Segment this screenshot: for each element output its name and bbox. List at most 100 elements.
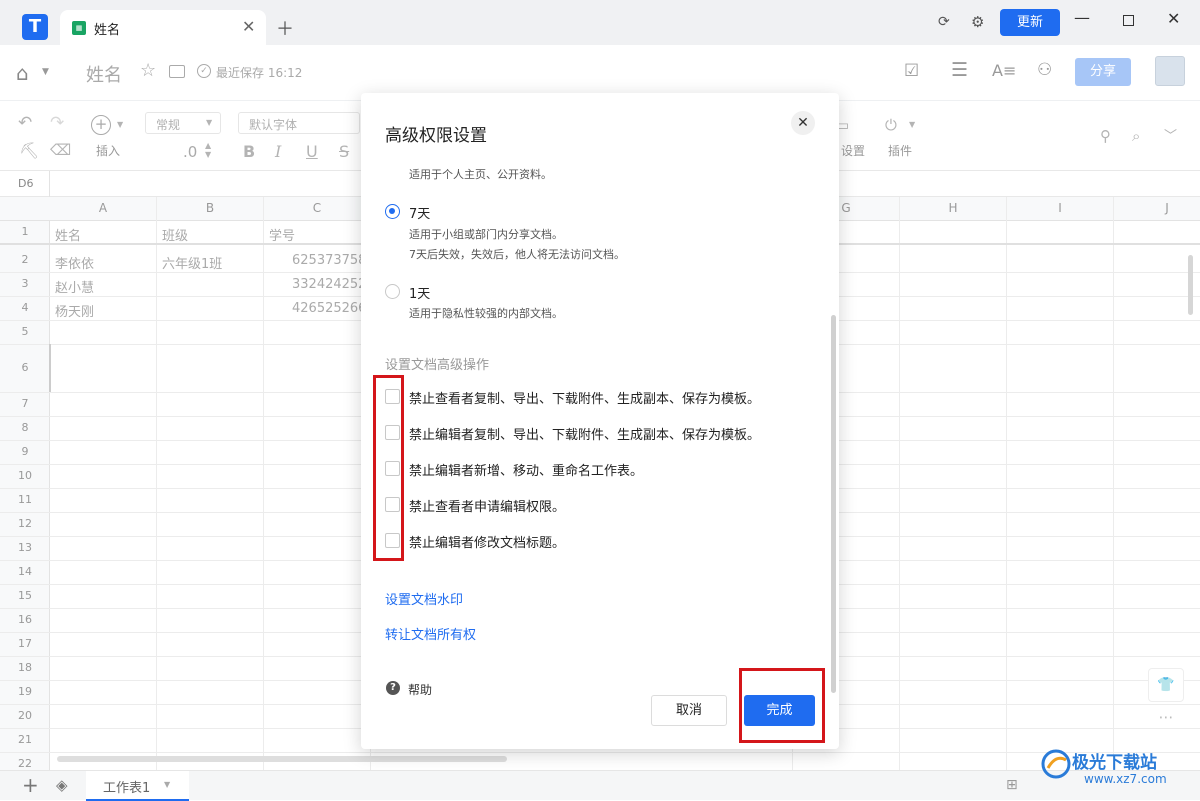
window-close-icon[interactable]: ✕: [1167, 9, 1180, 28]
row-header-9[interactable]: 9: [0, 445, 50, 458]
menu-icon[interactable]: ☰: [951, 59, 968, 81]
row-header-8[interactable]: 8: [0, 421, 50, 434]
italic-button[interactable]: I: [275, 142, 281, 161]
vertical-scrollbar[interactable]: [1188, 255, 1193, 315]
decimal-stepper-icon[interactable]: ▲ ▼: [205, 141, 211, 159]
share-link-icon[interactable]: ⚲: [1100, 127, 1111, 145]
help-link[interactable]: 帮助: [408, 681, 432, 698]
cell-a1[interactable]: 姓名: [55, 225, 81, 244]
row-header-1[interactable]: 1: [0, 225, 50, 238]
tab-close-icon[interactable]: ✕: [242, 17, 255, 36]
sync-icon[interactable]: ⟳: [938, 14, 950, 30]
star-icon[interactable]: ☆: [140, 60, 156, 81]
row-header-12[interactable]: 12: [0, 517, 50, 530]
plugin-icon[interactable]: ⏻: [885, 116, 897, 134]
checkbox-label[interactable]: 禁止查看者申请编辑权限。: [409, 496, 565, 515]
sheet-tab[interactable]: 工作表1 ▼: [86, 771, 189, 801]
cell-c1[interactable]: 学号: [269, 225, 295, 244]
checkbox-label[interactable]: 禁止编辑者复制、导出、下载附件、生成副本、保存为模板。: [409, 424, 760, 443]
radio-1-day[interactable]: [385, 284, 400, 299]
column-header-g[interactable]: G: [836, 201, 856, 215]
column-header-j[interactable]: J: [1157, 201, 1177, 215]
name-box[interactable]: D6: [18, 177, 33, 190]
document-tab[interactable]: ▦ 姓名 ✕: [60, 10, 266, 45]
row-header-10[interactable]: 10: [0, 469, 50, 482]
transfer-ownership-link[interactable]: 转让文档所有权: [385, 624, 476, 643]
cell-b1[interactable]: 班级: [162, 225, 188, 244]
insert-label[interactable]: 插入: [96, 142, 120, 159]
row-header-2[interactable]: 2: [0, 253, 50, 266]
page-title[interactable]: 姓名: [86, 61, 122, 87]
column-header-h[interactable]: H: [943, 201, 963, 215]
cancel-button[interactable]: 取消: [651, 695, 727, 726]
more-icon[interactable]: ⋯: [1148, 708, 1184, 734]
row-header-3[interactable]: 3: [0, 277, 50, 290]
row-header-15[interactable]: 15: [0, 589, 50, 602]
cell-a4[interactable]: 杨天刚: [55, 301, 94, 320]
row-header-13[interactable]: 13: [0, 541, 50, 554]
row-header-11[interactable]: 11: [0, 493, 50, 506]
cell-a3[interactable]: 赵小慧: [55, 277, 94, 296]
checkbox-label[interactable]: 禁止编辑者修改文档标题。: [409, 532, 565, 551]
add-to-task-icon[interactable]: ☑: [904, 61, 919, 81]
home-icon[interactable]: ⌂: [16, 61, 29, 85]
row-header-18[interactable]: 18: [0, 661, 50, 674]
font-family-select[interactable]: 默认字体: [238, 112, 360, 134]
row-header-14[interactable]: 14: [0, 565, 50, 578]
row-header-22[interactable]: 22: [0, 757, 50, 770]
cell-c2[interactable]: 625373758: [292, 253, 366, 268]
undo-icon[interactable]: ↶: [18, 113, 32, 133]
avatar[interactable]: [1155, 56, 1185, 86]
row-header-16[interactable]: 16: [0, 613, 50, 626]
gear-icon[interactable]: ⚙: [971, 13, 984, 31]
share-button[interactable]: 分享: [1075, 58, 1131, 86]
cell-c3[interactable]: 332424252: [292, 277, 366, 292]
column-header-i[interactable]: I: [1050, 201, 1070, 215]
insert-plus-icon[interactable]: +: [91, 115, 111, 135]
cell-c4[interactable]: 426525266: [292, 301, 366, 316]
help-icon[interactable]: ?: [386, 681, 400, 695]
strikethrough-button[interactable]: S: [339, 142, 349, 161]
eraser-icon[interactable]: ⌫: [50, 141, 71, 159]
chevron-down-icon[interactable]: ▼: [117, 120, 123, 129]
horizontal-scrollbar[interactable]: [57, 756, 507, 762]
close-icon[interactable]: ✕: [791, 111, 815, 135]
move-to-folder-icon[interactable]: [169, 65, 185, 78]
maximize-icon[interactable]: [1123, 15, 1134, 26]
row-header-20[interactable]: 20: [0, 709, 50, 722]
row-header-17[interactable]: 17: [0, 637, 50, 650]
app-logo-icon[interactable]: T: [22, 14, 48, 40]
settings-label[interactable]: 设置: [841, 142, 865, 159]
minimize-icon[interactable]: —: [1074, 8, 1090, 27]
bold-button[interactable]: B: [243, 142, 255, 161]
radio-7-days[interactable]: [385, 204, 400, 219]
text-format-icon[interactable]: A≡: [992, 61, 1016, 80]
add-sheet-icon[interactable]: +: [22, 773, 39, 797]
redo-icon[interactable]: ↷: [50, 113, 64, 133]
column-header-b[interactable]: B: [200, 201, 220, 215]
new-tab-plus-icon[interactable]: ＋: [276, 15, 294, 41]
watermark-link[interactable]: 设置文档水印: [385, 589, 463, 608]
collapse-chevron-icon[interactable]: ﹀: [1164, 125, 1177, 144]
shirt-icon[interactable]: 👕: [1148, 668, 1184, 702]
checkbox-label[interactable]: 禁止编辑者新增、移动、重命名工作表。: [409, 460, 643, 479]
column-header-c[interactable]: C: [307, 201, 327, 215]
option-label-7-days[interactable]: 7天: [409, 203, 430, 222]
checkbox-label[interactable]: 禁止查看者复制、导出、下载附件、生成副本、保存为模板。: [409, 388, 760, 407]
chevron-down-icon[interactable]: ▼: [164, 780, 170, 789]
chevron-down-icon[interactable]: ▼: [42, 67, 49, 77]
column-header-a[interactable]: A: [93, 201, 113, 215]
cell-a2[interactable]: 李依依: [55, 253, 94, 272]
underline-button[interactable]: U: [306, 142, 318, 161]
row-header-4[interactable]: 4: [0, 301, 50, 314]
update-button[interactable]: 更新: [1000, 9, 1060, 36]
chevron-down-icon[interactable]: ▼: [909, 120, 915, 129]
format-painter-icon[interactable]: ⛏: [19, 141, 39, 160]
plugin-label[interactable]: 插件: [888, 142, 912, 159]
row-header-7[interactable]: 7: [0, 397, 50, 410]
search-icon[interactable]: ⌕: [1132, 127, 1140, 145]
row-header-5[interactable]: 5: [0, 325, 50, 338]
cell-b2[interactable]: 六年级1班: [162, 253, 222, 272]
collaborator-icon[interactable]: ⚇: [1037, 60, 1052, 80]
layers-icon[interactable]: ◈: [56, 776, 68, 794]
